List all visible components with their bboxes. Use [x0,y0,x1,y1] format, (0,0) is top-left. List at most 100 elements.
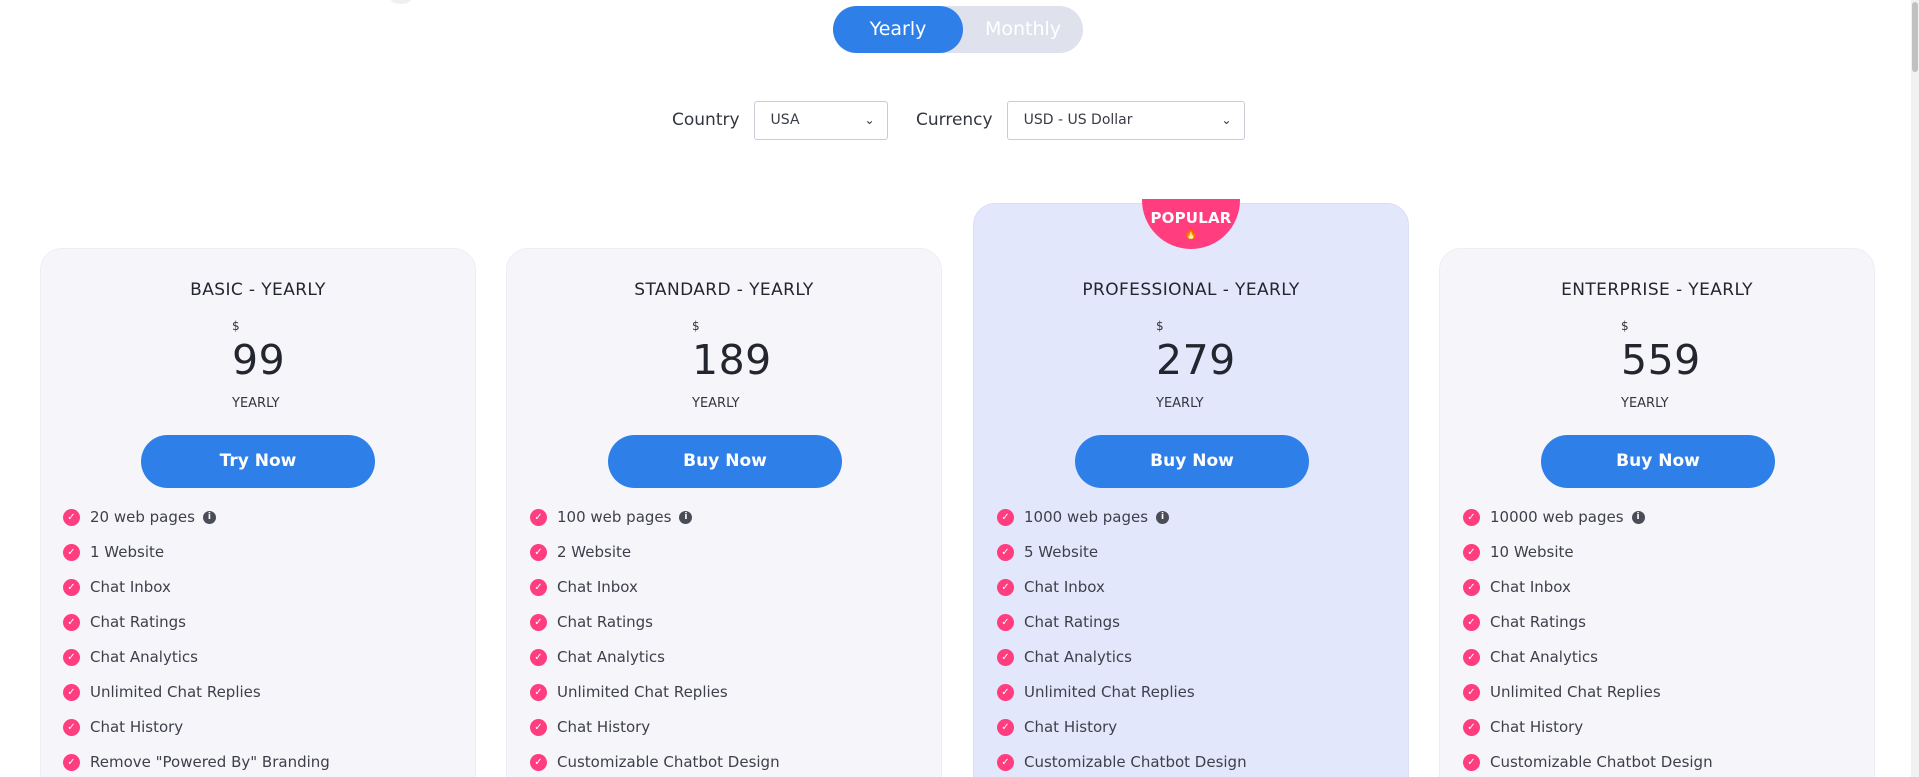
feature-label: Customizable Chatbot Design [557,753,780,771]
check-icon: ✓ [1463,683,1480,701]
scrollbar-thumb[interactable] [1912,2,1918,72]
feature-item: ✓ 1 Website [63,542,164,562]
plan-title: BASIC - YEARLY [190,280,326,300]
feature-item: ✓ Customizable Chatbot Design [1463,752,1713,772]
check-icon: ✓ [1463,508,1480,526]
toggle-monthly[interactable]: Monthly [963,6,1083,53]
feature-item: ✓ Chat Ratings [63,612,186,632]
billing-period: YEARLY [1156,396,1204,411]
feature-item: ✓ Remove "Powered By" Branding [63,752,330,772]
feature-item: ✓ Chat Inbox [1463,577,1571,597]
info-icon[interactable]: i [679,510,693,524]
feature-label: Chat Inbox [1024,578,1105,596]
country-select[interactable]: USA ⌄ [753,100,888,140]
plan-price: 99 [232,336,286,384]
feature-label: Customizable Chatbot Design [1490,753,1713,771]
currency-symbol: $ [1621,319,1629,333]
feature-item: ✓ Unlimited Chat Replies [530,682,728,702]
try-now-button[interactable]: Try Now [141,435,375,488]
check-icon: ✓ [530,718,547,736]
check-icon: ✓ [63,648,80,666]
check-icon: ✓ [530,543,547,561]
feature-item: ✓ 5 Website [997,542,1098,562]
plan-title: STANDARD - YEARLY [634,280,814,300]
feature-label: Chat Analytics [90,648,198,666]
feature-label: Chat History [557,718,651,736]
check-icon: ✓ [997,508,1014,526]
feature-item: ✓ Customizable Chatbot Design [997,752,1247,772]
feature-item: ✓ Chat Analytics [63,647,198,667]
chevron-down-icon: ⌄ [864,113,875,127]
info-icon[interactable]: i [1156,510,1170,524]
feature-label: Chat Ratings [557,613,653,631]
popular-badge-label: POPULAR [1150,209,1232,227]
toggle-yearly[interactable]: Yearly [833,6,963,53]
feature-label: Chat Ratings [1024,613,1120,631]
check-icon: ✓ [997,718,1014,736]
plan-title: ENTERPRISE - YEARLY [1561,280,1753,300]
feature-label: 10 Website [1490,543,1574,561]
feature-label: Remove "Powered By" Branding [90,753,330,771]
page-scrollbar[interactable] [1911,0,1919,777]
check-icon: ✓ [997,753,1014,771]
feature-item: ✓ Unlimited Chat Replies [1463,682,1661,702]
feature-item: ✓ Chat Ratings [997,612,1120,632]
currency-label: Currency [916,110,993,130]
check-icon: ✓ [530,753,547,771]
feature-item: ✓ Chat Ratings [530,612,653,632]
plan-price: 189 [692,336,772,384]
flame-icon: 🔥 [1184,227,1198,240]
check-icon: ✓ [530,508,547,526]
check-icon: ✓ [530,613,547,631]
feature-item: ✓ Chat Inbox [997,577,1105,597]
plan-title: PROFESSIONAL - YEARLY [1082,280,1300,300]
feature-label: Unlimited Chat Replies [557,683,728,701]
billing-period-toggle[interactable]: Yearly Monthly [833,6,1083,53]
feature-label: Chat Ratings [1490,613,1586,631]
info-icon[interactable]: i [1631,510,1645,524]
chevron-down-icon: ⌄ [1221,113,1232,127]
feature-item: ✓ 20 web pages i [63,507,216,527]
check-icon: ✓ [997,683,1014,701]
check-icon: ✓ [1463,718,1480,736]
billing-period: YEARLY [692,396,740,411]
feature-label: Chat History [1024,718,1118,736]
country-value: USA [770,112,800,128]
check-icon: ✓ [997,578,1014,596]
feature-item: ✓ Chat History [530,717,650,737]
feature-label: 20 web pages [90,508,195,526]
feature-label: Chat Analytics [1024,648,1132,666]
feature-item: ✓ Unlimited Chat Replies [63,682,261,702]
country-selector: Country USA ⌄ [672,100,888,140]
country-label: Country [672,110,740,130]
check-icon: ✓ [1463,648,1480,666]
check-icon: ✓ [63,753,80,771]
check-icon: ✓ [1463,543,1480,561]
plan-price: 279 [1156,336,1236,384]
feature-item: ✓ Chat History [63,717,183,737]
check-icon: ✓ [63,613,80,631]
feature-label: Chat Analytics [557,648,665,666]
feature-label: 100 web pages [557,508,672,526]
check-icon: ✓ [530,578,547,596]
check-icon: ✓ [63,508,80,526]
check-icon: ✓ [63,718,80,736]
feature-label: Chat Analytics [1490,648,1598,666]
check-icon: ✓ [997,543,1014,561]
buy-now-button[interactable]: Buy Now [1541,435,1775,488]
buy-now-button[interactable]: Buy Now [608,435,842,488]
buy-now-button[interactable]: Buy Now [1075,435,1309,488]
check-icon: ✓ [997,613,1014,631]
feature-label: 10000 web pages [1490,508,1624,526]
info-icon[interactable]: i [202,510,216,524]
feature-item: ✓ Chat Analytics [997,647,1132,667]
feature-item: ✓ Chat Ratings [1463,612,1586,632]
check-icon: ✓ [63,683,80,701]
feature-item: ✓ 10 Website [1463,542,1574,562]
currency-select[interactable]: USD - US Dollar ⌄ [1006,100,1245,140]
feature-label: Unlimited Chat Replies [1490,683,1661,701]
feature-label: 5 Website [1024,543,1099,561]
feature-label: 1 Website [90,543,165,561]
currency-symbol: $ [1156,319,1164,333]
feature-item: ✓ Chat Inbox [63,577,171,597]
